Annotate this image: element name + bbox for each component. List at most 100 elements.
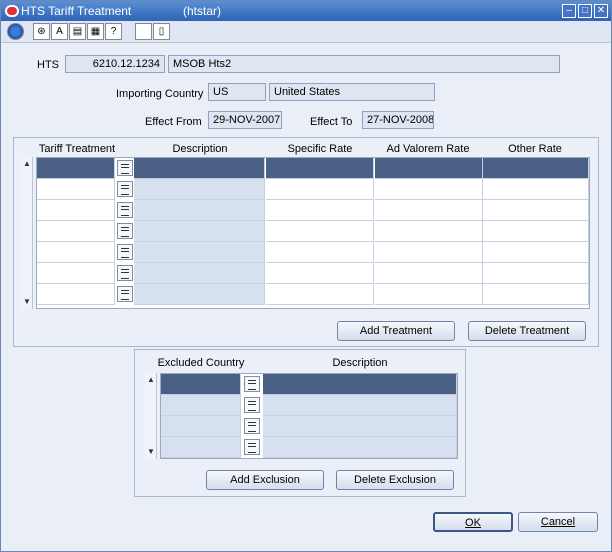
table-cell[interactable] — [266, 179, 374, 200]
scroll-up-arrow-icon[interactable]: ▲ — [146, 375, 156, 384]
effect-from-field[interactable]: 29-NOV-2007 — [208, 111, 282, 129]
question-icon[interactable]: ? — [105, 23, 122, 40]
table-row[interactable] — [161, 437, 457, 458]
table-cell[interactable] — [263, 395, 457, 416]
table-row[interactable] — [37, 221, 589, 242]
delete-treatment-button[interactable]: Delete Treatment — [468, 321, 586, 341]
table-cell[interactable] — [37, 179, 115, 200]
table-cell[interactable] — [375, 221, 483, 242]
doc-icon[interactable]: ▯ — [153, 23, 170, 40]
close-button[interactable]: ✕ — [594, 4, 608, 18]
table-cell[interactable] — [37, 284, 115, 305]
table-cell[interactable] — [375, 242, 483, 263]
cancel-button[interactable]: Cancel — [518, 512, 598, 532]
importing-country-code-field[interactable]: US — [208, 83, 266, 101]
blank-icon[interactable] — [135, 23, 152, 40]
list-of-values-icon[interactable] — [244, 418, 260, 434]
table-row[interactable] — [37, 158, 589, 179]
list-of-values-icon[interactable] — [117, 181, 133, 197]
table-cell[interactable] — [161, 374, 241, 395]
tariff-treatment-grid — [36, 157, 590, 309]
table-cell[interactable] — [483, 221, 589, 242]
add-treatment-button[interactable]: Add Treatment — [337, 321, 455, 341]
table-cell[interactable] — [161, 395, 241, 416]
table-cell[interactable] — [134, 221, 265, 242]
table-cell[interactable] — [37, 158, 115, 179]
hts-label: HTS — [37, 59, 59, 71]
print-icon[interactable]: ▦ — [87, 23, 104, 40]
table-cell[interactable] — [263, 416, 457, 437]
table-row[interactable] — [161, 395, 457, 416]
table-cell[interactable] — [483, 242, 589, 263]
scroll-up-arrow-icon[interactable]: ▲ — [22, 159, 32, 168]
table-cell[interactable] — [134, 158, 265, 179]
table-row[interactable] — [37, 263, 589, 284]
table-cell[interactable] — [483, 158, 589, 179]
table-cell[interactable] — [266, 263, 374, 284]
scroll-down-arrow-icon[interactable]: ▼ — [146, 447, 156, 456]
table-cell[interactable] — [375, 284, 483, 305]
table-cell[interactable] — [134, 263, 265, 284]
list-of-values-icon[interactable] — [117, 202, 133, 218]
table-cell[interactable] — [266, 158, 374, 179]
window-title: HTS Tariff Treatment — [21, 4, 132, 18]
table-row[interactable] — [37, 242, 589, 263]
table-cell[interactable] — [134, 284, 265, 305]
minimize-button[interactable]: – — [562, 4, 576, 18]
table-row[interactable] — [37, 284, 589, 305]
table-row[interactable] — [37, 200, 589, 221]
notes-icon[interactable]: ▤ — [69, 23, 86, 40]
table-cell[interactable] — [483, 263, 589, 284]
table-cell[interactable] — [161, 416, 241, 437]
hts-description-field[interactable]: MSOB Hts2 — [168, 55, 560, 73]
exclusion-grid-scrollbar[interactable]: ▲ ▼ — [145, 373, 157, 459]
add-exclusion-button[interactable]: Add Exclusion — [206, 470, 324, 490]
list-of-values-icon[interactable] — [117, 160, 133, 176]
table-row[interactable] — [161, 374, 457, 395]
list-of-values-icon[interactable] — [117, 286, 133, 302]
toolbar: ⊛ A ▤ ▦ ? ▯ — [1, 21, 611, 43]
table-cell[interactable] — [37, 263, 115, 284]
table-cell[interactable] — [266, 284, 374, 305]
hts-code-field[interactable]: 6210.12.1234 — [65, 55, 165, 73]
exclusion-grid — [160, 373, 458, 459]
ok-button[interactable]: OK — [433, 512, 513, 532]
table-cell[interactable] — [266, 200, 374, 221]
importing-country-label: Importing Country — [116, 88, 204, 100]
table-cell[interactable] — [37, 200, 115, 221]
list-of-values-icon[interactable] — [117, 265, 133, 281]
delete-exclusion-button[interactable]: Delete Exclusion — [336, 470, 454, 490]
maximize-button[interactable]: □ — [578, 4, 592, 18]
table-cell[interactable] — [483, 284, 589, 305]
table-cell[interactable] — [134, 179, 265, 200]
table-cell[interactable] — [375, 158, 483, 179]
table-cell[interactable] — [266, 242, 374, 263]
list-of-values-icon[interactable] — [244, 397, 260, 413]
list-of-values-icon[interactable] — [244, 439, 260, 455]
table-cell[interactable] — [37, 242, 115, 263]
spell-icon[interactable]: A — [51, 23, 68, 40]
effect-to-field[interactable]: 27-NOV-2008 — [362, 111, 434, 129]
table-cell[interactable] — [266, 221, 374, 242]
list-of-values-icon[interactable] — [117, 244, 133, 260]
table-cell[interactable] — [263, 374, 457, 395]
importing-country-name-field[interactable]: United States — [269, 83, 435, 101]
table-cell[interactable] — [161, 437, 241, 458]
globe-icon[interactable] — [7, 23, 24, 40]
tariff-grid-scrollbar[interactable]: ▲ ▼ — [21, 157, 33, 309]
scroll-down-arrow-icon[interactable]: ▼ — [22, 297, 32, 306]
table-cell[interactable] — [375, 179, 483, 200]
table-cell[interactable] — [37, 221, 115, 242]
table-row[interactable] — [161, 416, 457, 437]
table-cell[interactable] — [483, 200, 589, 221]
list-of-values-icon[interactable] — [244, 376, 260, 392]
table-cell[interactable] — [134, 242, 265, 263]
table-row[interactable] — [37, 179, 589, 200]
list-of-values-icon[interactable] — [117, 223, 133, 239]
table-cell[interactable] — [375, 200, 483, 221]
table-cell[interactable] — [134, 200, 265, 221]
table-cell[interactable] — [375, 263, 483, 284]
table-cell[interactable] — [263, 437, 457, 458]
help-icon[interactable]: ⊛ — [33, 23, 50, 40]
table-cell[interactable] — [483, 179, 589, 200]
